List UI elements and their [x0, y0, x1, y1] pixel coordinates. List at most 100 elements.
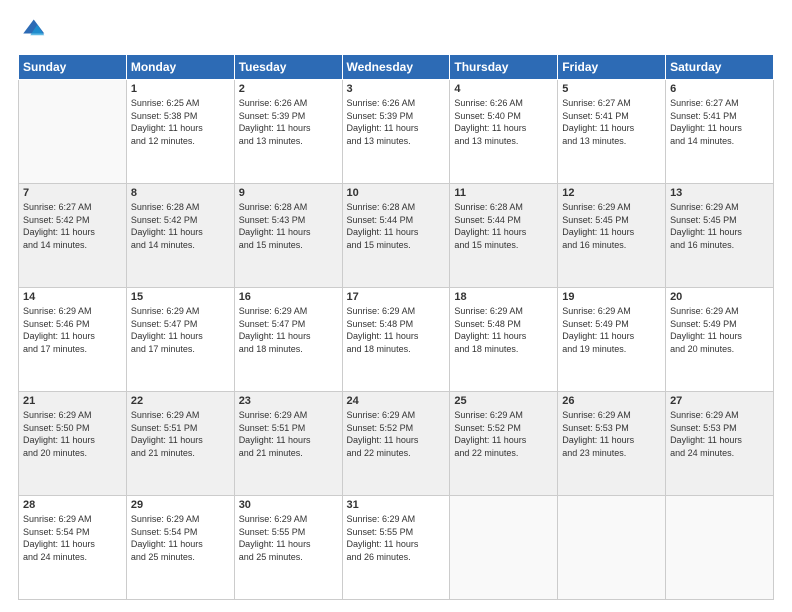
calendar-cell: 18 Sunrise: 6:29 AMSunset: 5:48 PMDayligh…	[450, 288, 558, 392]
calendar-cell: 15Sunrise: 6:29 AMSunset: 5:47 PMDayligh…	[126, 288, 234, 392]
day-number: 14	[23, 291, 122, 303]
weekday-header: Friday	[558, 55, 666, 80]
day-number: 28	[23, 499, 122, 511]
day-number: 29	[131, 499, 230, 511]
calendar-cell: 2 Sunrise: 6:26 AMSunset: 5:39 PMDaylight…	[234, 80, 342, 184]
day-number: 3	[347, 83, 446, 95]
calendar-cell: 17Sunrise: 6:29 AMSunset: 5:48 PMDayligh…	[342, 288, 450, 392]
day-detail: Sunrise: 6:28 AMSunset: 5:44 PMDaylight:…	[454, 201, 553, 251]
day-detail: Sunrise: 6:29 AMSunset: 5:49 PMDaylight:…	[562, 305, 661, 355]
calendar-cell: 12Sunrise: 6:29 AMSunset: 5:45 PMDayligh…	[558, 184, 666, 288]
day-number: 31	[347, 499, 446, 511]
calendar-cell: 19 Sunrise: 6:29 AMSunset: 5:49 PMDayligh…	[558, 288, 666, 392]
day-number: 8	[131, 187, 230, 199]
day-detail: Sunrise: 6:29 AMSunset: 5:47 PMDaylight:…	[239, 305, 338, 355]
calendar-cell: 16 Sunrise: 6:29 AMSunset: 5:47 PMDayligh…	[234, 288, 342, 392]
day-detail: Sunrise: 6:29 AMSunset: 5:51 PMDaylight:…	[131, 409, 230, 459]
day-number: 22	[131, 395, 230, 407]
day-detail: Sunrise: 6:29 AMSunset: 5:54 PMDaylight:…	[131, 513, 230, 563]
day-number: 6	[670, 83, 769, 95]
calendar-cell: 14 Sunrise: 6:29 AMSunset: 5:46 PMDayligh…	[19, 288, 127, 392]
header	[18, 16, 774, 44]
day-number: 2	[239, 83, 338, 95]
calendar-cell: 27 Sunrise: 6:29 AMSunset: 5:53 PMDayligh…	[666, 392, 774, 496]
day-number: 27	[670, 395, 769, 407]
day-number: 13	[670, 187, 769, 199]
day-detail: Sunrise: 6:29 AMSunset: 5:50 PMDaylight:…	[23, 409, 122, 459]
calendar-cell	[666, 496, 774, 600]
calendar-cell: 5 Sunrise: 6:27 AMSunset: 5:41 PMDaylight…	[558, 80, 666, 184]
day-detail: Sunrise: 6:27 AMSunset: 5:41 PMDaylight:…	[562, 97, 661, 147]
calendar-cell	[558, 496, 666, 600]
day-detail: Sunrise: 6:26 AMSunset: 5:39 PMDaylight:…	[347, 97, 446, 147]
day-detail: Sunrise: 6:29 AMSunset: 5:45 PMDaylight:…	[562, 201, 661, 251]
day-detail: Sunrise: 6:29 AMSunset: 5:53 PMDaylight:…	[670, 409, 769, 459]
day-detail: Sunrise: 6:29 AMSunset: 5:54 PMDaylight:…	[23, 513, 122, 563]
calendar-cell: 20 Sunrise: 6:29 AMSunset: 5:49 PMDayligh…	[666, 288, 774, 392]
calendar-cell: 8 Sunrise: 6:28 AMSunset: 5:42 PMDaylight…	[126, 184, 234, 288]
day-detail: Sunrise: 6:27 AMSunset: 5:41 PMDaylight:…	[670, 97, 769, 147]
day-number: 20	[670, 291, 769, 303]
day-detail: Sunrise: 6:29 AMSunset: 5:53 PMDaylight:…	[562, 409, 661, 459]
calendar-cell: 26Sunrise: 6:29 AMSunset: 5:53 PMDayligh…	[558, 392, 666, 496]
day-detail: Sunrise: 6:29 AMSunset: 5:52 PMDaylight:…	[454, 409, 553, 459]
weekday-header: Sunday	[19, 55, 127, 80]
calendar-cell: 25 Sunrise: 6:29 AMSunset: 5:52 PMDayligh…	[450, 392, 558, 496]
day-number: 1	[131, 83, 230, 95]
calendar-cell: 11 Sunrise: 6:28 AMSunset: 5:44 PMDayligh…	[450, 184, 558, 288]
day-detail: Sunrise: 6:29 AMSunset: 5:45 PMDaylight:…	[670, 201, 769, 251]
day-number: 9	[239, 187, 338, 199]
calendar-cell: 21 Sunrise: 6:29 AMSunset: 5:50 PMDayligh…	[19, 392, 127, 496]
weekday-header: Wednesday	[342, 55, 450, 80]
day-detail: Sunrise: 6:26 AMSunset: 5:39 PMDaylight:…	[239, 97, 338, 147]
day-detail: Sunrise: 6:29 AMSunset: 5:46 PMDaylight:…	[23, 305, 122, 355]
day-detail: Sunrise: 6:26 AMSunset: 5:40 PMDaylight:…	[454, 97, 553, 147]
day-detail: Sunrise: 6:25 AMSunset: 5:38 PMDaylight:…	[131, 97, 230, 147]
day-detail: Sunrise: 6:29 AMSunset: 5:55 PMDaylight:…	[347, 513, 446, 563]
day-detail: Sunrise: 6:27 AMSunset: 5:42 PMDaylight:…	[23, 201, 122, 251]
day-number: 5	[562, 83, 661, 95]
day-number: 10	[347, 187, 446, 199]
day-detail: Sunrise: 6:28 AMSunset: 5:42 PMDaylight:…	[131, 201, 230, 251]
day-number: 4	[454, 83, 553, 95]
day-detail: Sunrise: 6:29 AMSunset: 5:52 PMDaylight:…	[347, 409, 446, 459]
day-detail: Sunrise: 6:29 AMSunset: 5:48 PMDaylight:…	[347, 305, 446, 355]
calendar-cell: 31 Sunrise: 6:29 AMSunset: 5:55 PMDayligh…	[342, 496, 450, 600]
page: SundayMondayTuesdayWednesdayThursdayFrid…	[0, 0, 792, 612]
calendar-cell: 24 Sunrise: 6:29 AMSunset: 5:52 PMDayligh…	[342, 392, 450, 496]
weekday-header: Saturday	[666, 55, 774, 80]
calendar-cell: 13 Sunrise: 6:29 AMSunset: 5:45 PMDayligh…	[666, 184, 774, 288]
calendar-cell: 7Sunrise: 6:27 AMSunset: 5:42 PMDaylight…	[19, 184, 127, 288]
day-detail: Sunrise: 6:29 AMSunset: 5:48 PMDaylight:…	[454, 305, 553, 355]
day-detail: Sunrise: 6:29 AMSunset: 5:49 PMDaylight:…	[670, 305, 769, 355]
calendar-cell: 29 Sunrise: 6:29 AMSunset: 5:54 PMDayligh…	[126, 496, 234, 600]
logo-icon	[18, 16, 46, 44]
calendar-cell: 4 Sunrise: 6:26 AMSunset: 5:40 PMDaylight…	[450, 80, 558, 184]
day-detail: Sunrise: 6:28 AMSunset: 5:43 PMDaylight:…	[239, 201, 338, 251]
calendar-cell: 30 Sunrise: 6:29 AMSunset: 5:55 PMDayligh…	[234, 496, 342, 600]
calendar-cell: 6 Sunrise: 6:27 AMSunset: 5:41 PMDaylight…	[666, 80, 774, 184]
calendar-cell: 9 Sunrise: 6:28 AMSunset: 5:43 PMDaylight…	[234, 184, 342, 288]
day-number: 15	[131, 291, 230, 303]
day-number: 19	[562, 291, 661, 303]
day-number: 18	[454, 291, 553, 303]
calendar-cell: 23 Sunrise: 6:29 AMSunset: 5:51 PMDayligh…	[234, 392, 342, 496]
calendar: SundayMondayTuesdayWednesdayThursdayFrid…	[18, 54, 774, 600]
day-detail: Sunrise: 6:29 AMSunset: 5:51 PMDaylight:…	[239, 409, 338, 459]
day-number: 25	[454, 395, 553, 407]
day-number: 24	[347, 395, 446, 407]
calendar-cell	[19, 80, 127, 184]
day-number: 11	[454, 187, 553, 199]
day-number: 21	[23, 395, 122, 407]
day-detail: Sunrise: 6:29 AMSunset: 5:55 PMDaylight:…	[239, 513, 338, 563]
day-number: 30	[239, 499, 338, 511]
weekday-header: Thursday	[450, 55, 558, 80]
calendar-cell: 3 Sunrise: 6:26 AMSunset: 5:39 PMDaylight…	[342, 80, 450, 184]
day-number: 23	[239, 395, 338, 407]
weekday-header: Monday	[126, 55, 234, 80]
weekday-header: Tuesday	[234, 55, 342, 80]
day-number: 16	[239, 291, 338, 303]
calendar-cell: 28 Sunrise: 6:29 AMSunset: 5:54 PMDayligh…	[19, 496, 127, 600]
logo	[18, 16, 50, 44]
calendar-cell: 22 Sunrise: 6:29 AMSunset: 5:51 PMDayligh…	[126, 392, 234, 496]
